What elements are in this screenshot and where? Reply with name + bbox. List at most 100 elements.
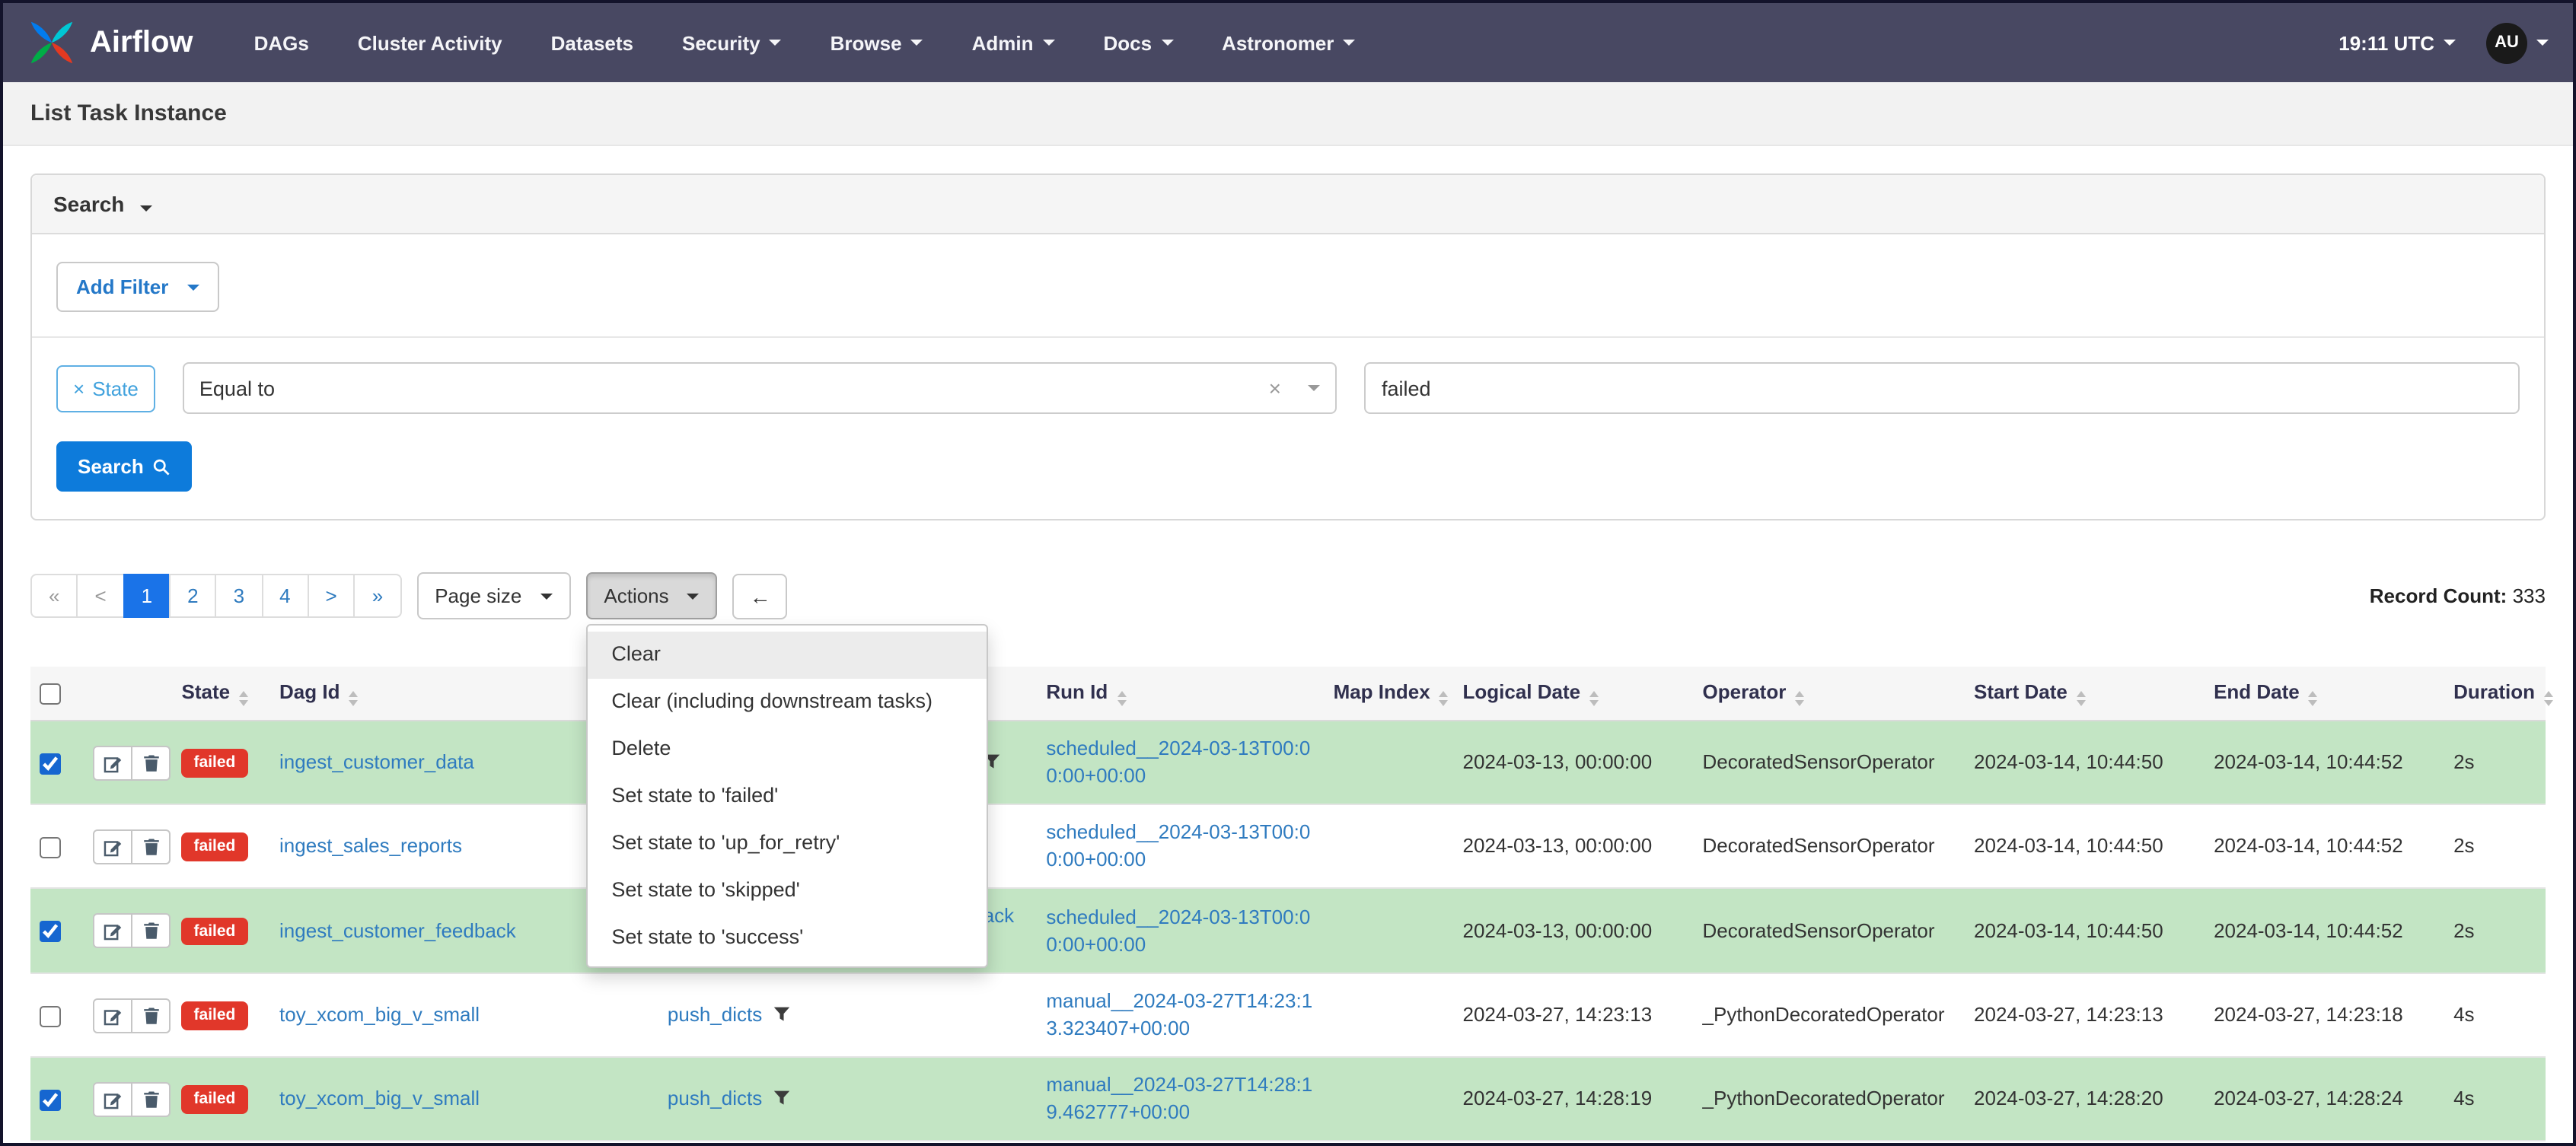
edit-record-button[interactable]	[93, 745, 133, 780]
sort-icon	[1795, 691, 1805, 706]
col-header-duration[interactable]: Duration	[2444, 667, 2553, 721]
edit-record-button[interactable]	[93, 913, 133, 948]
task-id-link[interactable]: push_dicts	[668, 1086, 762, 1109]
task-id-link[interactable]: push_dicts	[668, 1002, 762, 1025]
col-header-operator[interactable]: Operator	[1693, 667, 1965, 721]
table-row: failed ingest_customer_feedback wait_for…	[30, 888, 2546, 974]
dag-id-link[interactable]: toy_xcom_big_v_small	[279, 1003, 480, 1026]
row-checkbox[interactable]	[40, 1005, 61, 1027]
dag-id-link[interactable]: ingest_customer_feedback	[279, 918, 516, 941]
state-badge: failed	[181, 1085, 248, 1114]
col-header-end-date[interactable]: End Date	[2205, 667, 2445, 721]
run-id-cell: manual__2024-03-27T14:23:13.323407+00:00	[1037, 973, 1325, 1058]
row-select-cell	[30, 973, 84, 1058]
state-cell: failed	[172, 973, 271, 1058]
delete-record-button[interactable]	[131, 913, 171, 948]
search-panel-header[interactable]: Search	[32, 175, 2544, 234]
menu-item-clear[interactable]: Clear	[587, 632, 987, 679]
caret-down-icon	[2444, 40, 2456, 46]
nav-item-browse[interactable]: Browse	[831, 31, 923, 54]
delete-record-button[interactable]	[131, 745, 171, 780]
nav-item-dags[interactable]: DAGs	[254, 31, 309, 54]
delete-record-button[interactable]	[131, 998, 171, 1033]
nav-item-datasets[interactable]: Datasets	[551, 31, 633, 54]
menu-item-set-success[interactable]: Set state to 'success'	[587, 914, 986, 961]
edit-record-button[interactable]	[93, 1081, 133, 1116]
run-id-link[interactable]: scheduled__2024-03-13T00:00:00+00:00	[1046, 820, 1310, 871]
map-index-cell	[1324, 721, 1454, 805]
table-row: failed toy_xcom_big_v_small push_dicts m…	[30, 1057, 2546, 1141]
delete-record-button[interactable]	[131, 829, 171, 864]
dag-id-cell: toy_xcom_big_v_small	[270, 973, 658, 1058]
remove-filter-icon[interactable]: ×	[73, 377, 84, 400]
caret-down-icon	[1343, 40, 1356, 46]
dag-id-link[interactable]: ingest_customer_data	[279, 750, 474, 773]
run-id-cell: scheduled__2024-03-13T00:00:00+00:00	[1037, 721, 1325, 805]
sort-icon	[1117, 691, 1127, 706]
page-first-button: «	[30, 574, 78, 618]
page-last-button[interactable]: »	[353, 574, 402, 618]
page-size-button[interactable]: Page size	[416, 572, 571, 619]
actions-button[interactable]: Actions	[585, 572, 718, 619]
page-4-button[interactable]: 4	[261, 574, 309, 618]
row-checkbox[interactable]	[40, 753, 61, 775]
brand[interactable]: Airflow	[27, 18, 193, 67]
trash-icon	[143, 1007, 159, 1023]
menu-item-set-up-for-retry[interactable]: Set state to 'up_for_retry'	[587, 820, 986, 867]
caret-down-icon	[910, 40, 923, 46]
run-id-link[interactable]: manual__2024-03-27T14:23:13.323407+00:00	[1046, 989, 1312, 1039]
search-button[interactable]: Search	[56, 441, 193, 492]
row-checkbox[interactable]	[40, 921, 61, 943]
page-1-button[interactable]: 1	[123, 574, 171, 618]
menu-item-clear-downstream[interactable]: Clear (including downstream tasks)	[587, 679, 986, 726]
menu-item-set-skipped[interactable]: Set state to 'skipped'	[587, 867, 986, 914]
run-id-link[interactable]: scheduled__2024-03-13T00:00:00+00:00	[1046, 737, 1310, 787]
row-checkbox[interactable]	[40, 836, 61, 858]
run-id-link[interactable]: scheduled__2024-03-13T00:00:00+00:00	[1046, 905, 1310, 955]
sort-icon	[2076, 691, 2086, 706]
operator-cell: _PythonDecoratedOperator	[1693, 973, 1965, 1058]
edit-record-button[interactable]	[93, 829, 133, 864]
filter-value-input[interactable]	[1364, 362, 2520, 414]
user-menu[interactable]: AU	[2486, 22, 2549, 63]
page-2-button[interactable]: 2	[169, 574, 217, 618]
nav-item-admin[interactable]: Admin	[972, 31, 1055, 54]
edit-record-button[interactable]	[93, 998, 133, 1033]
col-header-state[interactable]: State	[172, 667, 271, 721]
filter-funnel-icon[interactable]	[773, 1086, 789, 1113]
menu-item-set-failed[interactable]: Set state to 'failed'	[587, 773, 986, 820]
col-header-start-date[interactable]: Start Date	[1965, 667, 2205, 721]
filter-funnel-icon[interactable]	[773, 1002, 789, 1030]
row-checkbox[interactable]	[40, 1089, 61, 1111]
col-header-map-index[interactable]: Map Index	[1324, 667, 1454, 721]
clear-selection-icon[interactable]: ×	[1269, 377, 1281, 399]
page-3-button[interactable]: 3	[215, 574, 263, 618]
delete-record-button[interactable]	[131, 1081, 171, 1116]
condition-select[interactable]: Equal to ×	[182, 362, 1337, 414]
start-date-cell: 2024-03-14, 10:44:50	[1965, 804, 2205, 889]
select-all-checkbox[interactable]	[40, 683, 61, 705]
operator-cell: DecoratedSensorOperator	[1693, 721, 1965, 805]
page-next-button[interactable]: >	[307, 574, 355, 618]
utc-clock-menu[interactable]: 19:11 UTC	[2338, 31, 2456, 54]
filter-chip-state[interactable]: × State	[56, 364, 155, 412]
sort-icon	[1589, 691, 1599, 706]
nav-item-security[interactable]: Security	[682, 31, 782, 54]
col-header-run-id[interactable]: Run Id	[1037, 667, 1325, 721]
task-id-cell: push_dicts	[658, 1057, 1038, 1141]
add-filter-button[interactable]: Add Filter	[56, 262, 219, 312]
nav-item-docs[interactable]: Docs	[1103, 31, 1174, 54]
caret-down-icon	[1161, 40, 1174, 46]
col-header-logical-date[interactable]: Logical Date	[1453, 667, 1694, 721]
back-button[interactable]: ←	[732, 573, 788, 619]
nav-item-cluster-activity[interactable]: Cluster Activity	[358, 31, 502, 54]
operator-cell: DecoratedSensorOperator	[1693, 804, 1965, 889]
menu-item-delete[interactable]: Delete	[587, 726, 986, 773]
dag-id-link[interactable]: toy_xcom_big_v_small	[279, 1087, 480, 1109]
airflow-logo	[30, 21, 73, 64]
nav-item-astronomer[interactable]: Astronomer	[1222, 31, 1356, 54]
dag-id-link[interactable]: ingest_sales_reports	[279, 834, 462, 857]
run-id-link[interactable]: manual__2024-03-27T14:28:19.462777+00:00	[1046, 1073, 1312, 1123]
search-panel-body: Add Filter × State Equal to × failed Sea…	[32, 234, 2544, 519]
caret-down-icon	[769, 40, 782, 46]
